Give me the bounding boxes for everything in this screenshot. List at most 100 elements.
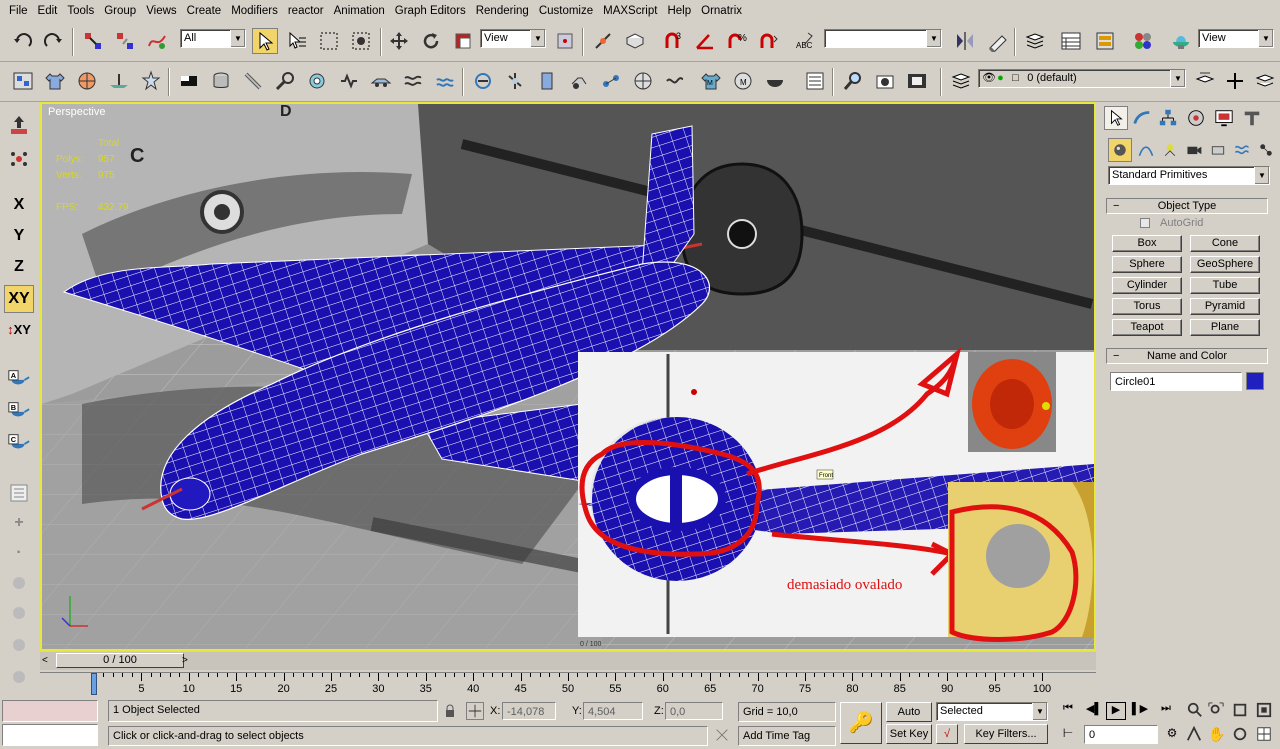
circle-icon-2[interactable]: [4, 599, 34, 627]
zoom-extents-all-icon[interactable]: [1256, 702, 1274, 720]
fracture-icon[interactable]: [304, 68, 330, 94]
zoom-extents-icon[interactable]: [1232, 702, 1250, 720]
select-in-layer-icon[interactable]: [1252, 68, 1278, 94]
key-icon[interactable]: 🔑: [840, 702, 882, 744]
arc-rotate-icon[interactable]: [1232, 726, 1250, 744]
render-camera-icon[interactable]: [872, 68, 898, 94]
rope-icon[interactable]: [240, 68, 266, 94]
softbody-icon[interactable]: [272, 68, 298, 94]
hierarchy-icon[interactable]: [10, 68, 36, 94]
plane-helper-icon[interactable]: [106, 68, 132, 94]
x-coordinate-field[interactable]: -14,078: [502, 702, 556, 720]
current-frame-field[interactable]: 0: [1084, 725, 1158, 744]
character-icon[interactable]: [138, 68, 164, 94]
bowl-icon[interactable]: [762, 68, 788, 94]
mirror-icon[interactable]: [952, 28, 978, 54]
menu-rendering[interactable]: Rendering: [471, 0, 534, 22]
utilities-tab-icon[interactable]: [1240, 106, 1264, 130]
constrain-y-button[interactable]: Y: [4, 222, 34, 250]
perspective-viewport[interactable]: D C demasiado ovalado Front 0 / 100 Pers…: [40, 102, 1096, 651]
previous-frame-icon[interactable]: ◀▌: [1084, 702, 1104, 720]
wind-icon[interactable]: [400, 68, 426, 94]
select-object-icon[interactable]: [252, 28, 278, 54]
menu-edit[interactable]: Edit: [33, 0, 63, 22]
mesh-ball-icon[interactable]: M: [730, 68, 756, 94]
menu-views[interactable]: Views: [141, 0, 181, 22]
named-selection-dropdown[interactable]: ▼: [824, 29, 942, 48]
scale-icon[interactable]: [450, 28, 476, 54]
helpers-icon[interactable]: [1206, 138, 1230, 162]
constraint-solver-icon[interactable]: [470, 68, 496, 94]
modify-tab-icon[interactable]: [1130, 106, 1154, 130]
render-scene-icon[interactable]: [1168, 28, 1194, 54]
menu-graph-editors[interactable]: Graph Editors: [390, 0, 471, 22]
spring-icon[interactable]: [336, 68, 362, 94]
slider-prev-icon[interactable]: <: [42, 655, 48, 666]
toy-car-icon[interactable]: [368, 68, 394, 94]
manipulate-icon[interactable]: [590, 28, 616, 54]
category-dropdown[interactable]: Standard Primitives ▼: [1108, 166, 1270, 185]
maxscript-listener-pink[interactable]: [2, 700, 98, 722]
object-name-input[interactable]: Circle01: [1110, 372, 1242, 391]
lights-icon[interactable]: [1158, 138, 1182, 162]
key-mode-dropdown[interactable]: Selected ▼: [936, 702, 1048, 721]
motor-icon[interactable]: [662, 68, 688, 94]
render-type-dropdown[interactable]: View ▼: [1198, 29, 1274, 48]
menu-reactor[interactable]: reactor: [283, 0, 329, 22]
hinge-icon[interactable]: [502, 68, 528, 94]
zoom-all-icon[interactable]: [1208, 702, 1226, 720]
add-time-tag-field[interactable]: Add Time Tag: [738, 726, 836, 746]
teapot-c-button[interactable]: C: [4, 429, 34, 457]
field-of-view-icon[interactable]: [1186, 725, 1204, 744]
selection-filter-dropdown[interactable]: All ▼: [180, 29, 246, 48]
time-tag-icon[interactable]: [714, 727, 732, 745]
snap-3d-icon[interactable]: 3: [660, 28, 686, 54]
zoom-icon[interactable]: [1186, 702, 1204, 720]
slider-next-icon[interactable]: >: [182, 655, 188, 666]
play-icon[interactable]: ▶: [1106, 702, 1126, 720]
time-configuration-icon[interactable]: ⚙: [1162, 726, 1182, 744]
select-by-name-icon[interactable]: [284, 28, 310, 54]
cylinder-button[interactable]: Cylinder: [1112, 277, 1182, 294]
window-crossing-icon[interactable]: [348, 28, 374, 54]
angle-snap-icon[interactable]: [692, 28, 718, 54]
menu-ornatrix[interactable]: Ornatrix: [696, 0, 747, 22]
object-type-rollout-header[interactable]: − Object Type: [1106, 198, 1268, 214]
bind-space-warp-icon[interactable]: [144, 28, 170, 54]
auto-key-button[interactable]: Auto Key: [886, 702, 932, 736]
constrain-z-button[interactable]: Z: [4, 253, 34, 281]
systems-icon[interactable]: [1254, 138, 1278, 162]
menu-help[interactable]: Help: [662, 0, 696, 22]
y-coordinate-field[interactable]: 4,504: [583, 702, 643, 720]
go-to-end-icon[interactable]: ⏭: [1156, 702, 1176, 720]
constrain-x-button[interactable]: X: [4, 191, 34, 219]
align-icon[interactable]: [984, 28, 1010, 54]
menu-create[interactable]: Create: [182, 0, 227, 22]
mesh-icon[interactable]: M: [698, 68, 724, 94]
create-tab-icon[interactable]: [1104, 106, 1128, 130]
time-slider[interactable]: < 0 / 100 >: [40, 652, 1096, 670]
absolute-mode-icon[interactable]: [466, 702, 484, 720]
circle-icon-4[interactable]: [4, 663, 34, 691]
select-and-link-left-icon[interactable]: [4, 111, 34, 139]
go-to-start-icon[interactable]: ⏮: [1058, 702, 1078, 720]
cameras-icon[interactable]: [1182, 138, 1206, 162]
shirt-icon[interactable]: [42, 68, 68, 94]
preview-icon[interactable]: [840, 68, 866, 94]
add-selection-to-layer-icon[interactable]: [1192, 68, 1218, 94]
sphere-button[interactable]: Sphere: [1112, 256, 1182, 273]
percent-snap-icon[interactable]: %: [724, 28, 750, 54]
layer-dropdown[interactable]: 👁 ● □ 0 (default) ▼: [978, 69, 1186, 88]
torus-button[interactable]: Torus: [1112, 298, 1182, 315]
ball-icon[interactable]: [74, 68, 100, 94]
motion-tab-icon[interactable]: [1184, 106, 1208, 130]
nodes-icon[interactable]: [4, 145, 34, 173]
lock-icon[interactable]: [443, 704, 457, 721]
rotate-icon[interactable]: [418, 28, 444, 54]
curve-editor-icon[interactable]: [1058, 28, 1084, 54]
material-editor-icon[interactable]: [1130, 28, 1156, 54]
pan-icon[interactable]: ✋: [1208, 726, 1226, 744]
box-button[interactable]: Box: [1112, 235, 1182, 252]
reactor-panel-icon[interactable]: [802, 68, 828, 94]
constrain-xy-alt-button[interactable]: ↕ XY: [4, 315, 34, 343]
